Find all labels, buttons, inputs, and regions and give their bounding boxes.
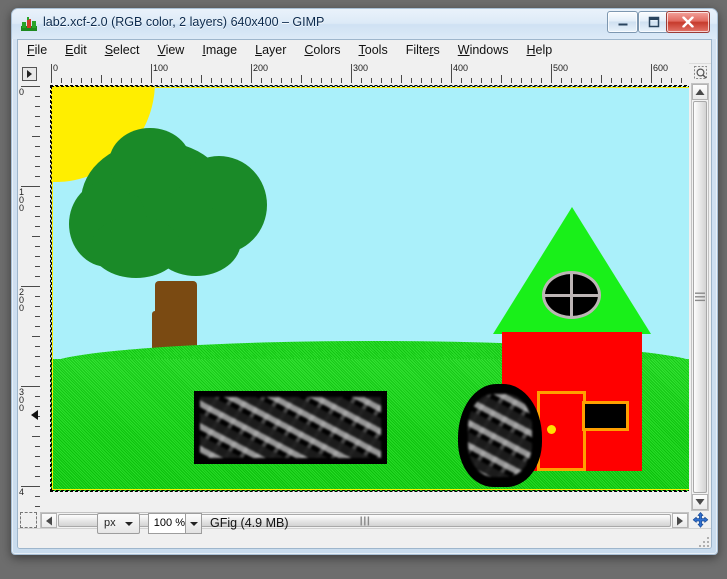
texture-fill (468, 394, 532, 477)
ruler-tick (351, 64, 352, 83)
ruler-tick (32, 136, 40, 137)
ruler-tick (651, 64, 652, 83)
menu-image[interactable]: Image (193, 40, 246, 59)
status-bar: px 100 % GFig (4.9 MB) (18, 513, 711, 548)
ruler-tick (301, 75, 302, 83)
menu-help[interactable]: Help (517, 40, 561, 59)
menu-select[interactable]: Select (96, 40, 149, 59)
horizontal-ruler[interactable]: 0 100 200 300 400 500 600 (40, 63, 689, 84)
vertical-scrollbar[interactable] (691, 83, 709, 511)
menu-edit[interactable]: Edit (56, 40, 96, 59)
menu-file[interactable]: File (18, 40, 56, 59)
ruler-tick (32, 236, 40, 237)
ruler-tick (101, 75, 102, 83)
ruler-label: 300 (19, 387, 25, 413)
ruler-tick (601, 75, 602, 83)
scroll-right-button[interactable] (672, 513, 688, 528)
texture-fill (200, 397, 381, 458)
unit-label: px (104, 517, 116, 529)
maximize-button[interactable] (638, 11, 669, 33)
ruler-tick (32, 336, 40, 337)
ruler-label: 200 (253, 63, 269, 73)
gimp-wilber-icon (21, 16, 37, 32)
chevron-down-icon (189, 521, 198, 526)
zoom-combo[interactable]: 100 % (148, 513, 202, 534)
scroll-left-button[interactable] (41, 513, 57, 528)
ruler-label: 4 (19, 487, 25, 497)
ruler-label: 0 (19, 87, 25, 97)
menu-windows[interactable]: Windows (449, 40, 518, 59)
zoom-follow-window-icon[interactable] (691, 64, 710, 82)
zoom-level: 100 % (153, 517, 185, 529)
title-bar[interactable]: lab2.xcf-2.0 (RGB color, 2 layers) 640x4… (12, 9, 717, 39)
ruler-tick (151, 64, 152, 83)
menu-bar: File Edit Select View Image Layer Colors… (18, 40, 711, 64)
resize-grip[interactable] (697, 535, 709, 547)
ruler-label: 200 (19, 287, 25, 313)
ruler-tick (32, 436, 40, 437)
canvas-viewport[interactable] (40, 83, 689, 511)
artwork-attic-window (542, 271, 601, 319)
scroll-down-button[interactable] (692, 494, 708, 510)
menu-arrow-icon[interactable] (22, 67, 37, 81)
ruler-label: 300 (353, 63, 369, 73)
artwork-door (537, 391, 586, 471)
ruler-label: 500 (553, 63, 569, 73)
artwork-textured-blob (458, 384, 542, 487)
ruler-position-marker (31, 410, 38, 420)
ruler-tick (401, 75, 402, 83)
ruler-tick (201, 75, 202, 83)
unit-selector[interactable]: px (97, 513, 140, 534)
window-title: lab2.xcf-2.0 (RGB color, 2 layers) 640x4… (43, 15, 325, 29)
scroll-up-button[interactable] (692, 84, 708, 100)
ruler-tick (251, 64, 252, 83)
menu-tools[interactable]: Tools (350, 40, 397, 59)
image-menu-corner[interactable] (18, 63, 41, 84)
close-button[interactable] (666, 11, 710, 33)
ruler-label: 0 (53, 63, 59, 73)
artwork-tree-canopy (91, 216, 181, 278)
minimize-button[interactable] (607, 11, 638, 33)
artwork-tree-canopy (109, 128, 191, 198)
ruler-label: 400 (453, 63, 469, 73)
vertical-scroll-thumb[interactable] (693, 101, 707, 493)
ruler-tick (451, 64, 452, 83)
artwork-door-knob (547, 425, 556, 434)
menu-view[interactable]: View (148, 40, 193, 59)
ruler-tick (51, 64, 52, 83)
chevron-down-icon (125, 522, 133, 526)
ruler-tick (501, 75, 502, 83)
menu-layer[interactable]: Layer (246, 40, 295, 59)
zoom-dropdown-button[interactable] (185, 514, 201, 533)
vertical-ruler[interactable]: 0 100 200 300 4 (18, 83, 41, 511)
ruler-tick (551, 64, 552, 83)
ruler-label: 600 (653, 63, 669, 73)
artwork-textured-rectangle (194, 391, 387, 464)
menu-filters[interactable]: Filters (397, 40, 449, 59)
ruler-label: 100 (19, 187, 25, 213)
navigation-move-icon[interactable] (692, 512, 709, 528)
gimp-main-window: lab2.xcf-2.0 (RGB color, 2 layers) 640x4… (11, 8, 718, 555)
client-area: File Edit Select View Image Layer Colors… (17, 39, 712, 549)
status-message: GFig (4.9 MB) (210, 516, 289, 530)
quick-mask-toggle-icon[interactable] (20, 512, 37, 528)
image-canvas[interactable] (50, 85, 689, 492)
menu-colors[interactable]: Colors (295, 40, 349, 59)
ruler-label: 100 (153, 63, 169, 73)
artwork-side-window (582, 401, 629, 431)
